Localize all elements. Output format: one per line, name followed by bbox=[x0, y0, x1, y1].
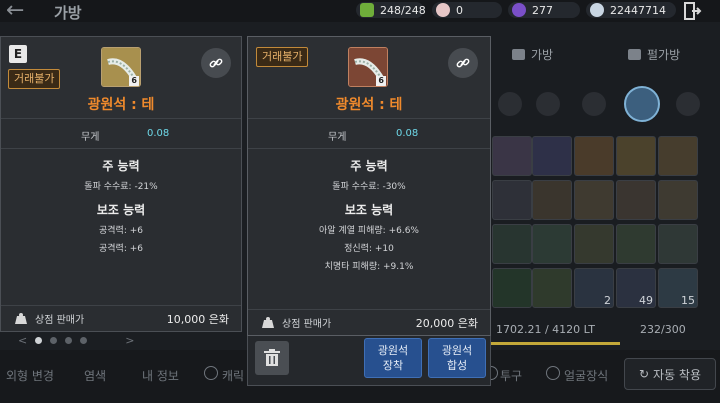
item-level: 6 bbox=[376, 76, 386, 86]
character-radio[interactable] bbox=[204, 366, 218, 380]
money-bag-icon bbox=[15, 312, 27, 324]
inventory-slot[interactable]: 49 bbox=[616, 268, 656, 308]
untradable-badge: 거래불가 bbox=[8, 69, 61, 89]
silver-icon bbox=[590, 3, 604, 17]
combine-lightstone-button[interactable]: 광원석 합성 bbox=[428, 338, 486, 378]
equipped-item-tooltip: E 거래불가 6 광원석 : 테 무게 0.08 주 능력 돌파 수수료: -2… bbox=[0, 36, 242, 332]
tab-pearl-bag[interactable]: 펄가방 bbox=[628, 46, 680, 63]
main-ability-line: 돌파 수수료: -21% bbox=[84, 182, 158, 192]
slot-capacity: 232/300 bbox=[640, 323, 686, 336]
inventory-slot[interactable] bbox=[574, 136, 614, 176]
inventory-slot[interactable] bbox=[658, 136, 698, 176]
sub-ability-title: 보조 능력 bbox=[96, 203, 146, 217]
sub-ability-line: 공격력: +6 bbox=[98, 244, 143, 254]
weight-capacity: 1702.21 / 4120 LT bbox=[496, 323, 596, 336]
main-ability-line: 돌파 수수료: -30% bbox=[332, 182, 406, 192]
inventory-slot[interactable] bbox=[616, 224, 656, 264]
link-icon bbox=[209, 58, 223, 68]
inventory-slot[interactable] bbox=[492, 180, 532, 220]
inventory-slot[interactable] bbox=[492, 224, 532, 264]
exit-icon[interactable] bbox=[682, 1, 702, 21]
pager-dot[interactable] bbox=[65, 337, 73, 344]
accessory-filter-icon[interactable] bbox=[582, 92, 606, 116]
inventory-slot[interactable] bbox=[492, 136, 532, 176]
weight-bar bbox=[490, 342, 620, 345]
weight-row: 무게 0.08 bbox=[248, 119, 490, 149]
potion-filter-icon[interactable] bbox=[676, 92, 700, 116]
tab-dye[interactable]: 염색 bbox=[84, 367, 106, 384]
lightstone-item-icon: 6 bbox=[348, 47, 388, 87]
main-ability-title: 주 능력 bbox=[350, 159, 388, 173]
trash-icon bbox=[264, 349, 280, 366]
back-arrow-icon[interactable]: ← bbox=[6, 0, 24, 22]
inventory-slot[interactable] bbox=[658, 224, 698, 264]
weapon-filter-icon[interactable] bbox=[498, 92, 522, 116]
pearl-icon bbox=[436, 3, 450, 17]
inventory-slot[interactable] bbox=[658, 180, 698, 220]
tooltip-header: 거래불가 6 광원석 : 테 bbox=[248, 37, 490, 119]
pager-dot[interactable] bbox=[50, 337, 58, 344]
gem-filter-icon[interactable] bbox=[624, 86, 660, 122]
share-link-button[interactable] bbox=[201, 48, 231, 78]
auto-equip-button[interactable]: ↻ 자동 착용 bbox=[624, 358, 716, 390]
weight-row: 무게 0.08 bbox=[1, 119, 241, 149]
money-bag-icon bbox=[262, 316, 274, 328]
crystal-icon bbox=[512, 3, 526, 17]
pager: < > bbox=[18, 334, 134, 347]
share-link-button[interactable] bbox=[448, 48, 478, 78]
item-name: 광원석 : 테 bbox=[335, 97, 403, 113]
inventory-slot[interactable] bbox=[532, 224, 572, 264]
sell-price-row: 상점 판매가 10,000 은화 bbox=[1, 305, 241, 331]
face-deco-label: 얼굴장식 bbox=[564, 369, 609, 383]
sub-ability-line: 치명타 피해량: +9.1% bbox=[324, 262, 414, 272]
inventory-slot[interactable] bbox=[574, 224, 614, 264]
silver-counter: 22447714 bbox=[590, 2, 666, 18]
inventory-slot[interactable] bbox=[616, 180, 656, 220]
inventory-slot[interactable] bbox=[532, 180, 572, 220]
character-label: 캐릭 bbox=[222, 369, 245, 383]
refresh-icon: ↻ bbox=[638, 367, 650, 381]
tab-my-info[interactable]: 내 정보 bbox=[142, 367, 179, 384]
main-ability-title: 주 능력 bbox=[102, 159, 140, 173]
tab-appearance[interactable]: 외형 변경 bbox=[6, 367, 54, 384]
face-deco-radio[interactable] bbox=[546, 366, 560, 380]
tab-bag[interactable]: 가방 bbox=[512, 46, 553, 63]
equip-lightstone-button[interactable]: 광원석 장착 bbox=[364, 338, 422, 378]
sub-ability-line: 정신력: +10 bbox=[344, 244, 394, 254]
sub-ability-line: 아알 계열 피해량: +6.6% bbox=[319, 226, 419, 236]
inventory-slot[interactable] bbox=[532, 136, 572, 176]
lightstone-item-icon: 6 bbox=[101, 47, 141, 87]
pager-prev[interactable]: < bbox=[18, 334, 27, 347]
pearl-bag-icon bbox=[628, 49, 641, 60]
untradable-badge: 거래불가 bbox=[256, 47, 309, 67]
page-title: 가방 bbox=[54, 4, 82, 22]
inventory-slot[interactable]: 15 bbox=[658, 268, 698, 308]
armor-filter-icon[interactable] bbox=[536, 92, 560, 116]
sell-price-row: 상점 판매가 20,000 은화 bbox=[248, 309, 490, 335]
item-name: 광원석 : 테 bbox=[87, 97, 155, 113]
pager-next[interactable]: > bbox=[125, 334, 134, 347]
discard-button[interactable] bbox=[255, 341, 289, 375]
sub-ability-title: 보조 능력 bbox=[344, 203, 394, 217]
energy-icon bbox=[360, 3, 374, 17]
inventory-slot[interactable]: 2 bbox=[574, 268, 614, 308]
inventory-slot[interactable] bbox=[492, 268, 532, 308]
sub-ability-line: 공격력: +6 bbox=[98, 226, 143, 236]
link-icon bbox=[456, 58, 470, 68]
selected-item-tooltip: 거래불가 6 광원석 : 테 무게 0.08 주 능력 돌파 수수료: -30%… bbox=[247, 36, 491, 336]
helmet-label: 투구 bbox=[500, 369, 523, 383]
item-level: 6 bbox=[129, 76, 139, 86]
tooltip-header: E 거래불가 6 광원석 : 테 bbox=[1, 37, 241, 119]
bag-icon bbox=[512, 49, 525, 60]
inventory-slot[interactable] bbox=[532, 268, 572, 308]
inventory-slot[interactable] bbox=[574, 180, 614, 220]
grade-badge: E bbox=[9, 45, 27, 63]
pager-dot[interactable] bbox=[35, 337, 43, 344]
pearl-counter: 0 bbox=[436, 2, 463, 18]
energy-counter: 248/248 bbox=[360, 2, 426, 18]
crystal-counter: 277 bbox=[512, 2, 553, 18]
inventory-slot[interactable] bbox=[616, 136, 656, 176]
pager-dot[interactable] bbox=[80, 337, 88, 344]
